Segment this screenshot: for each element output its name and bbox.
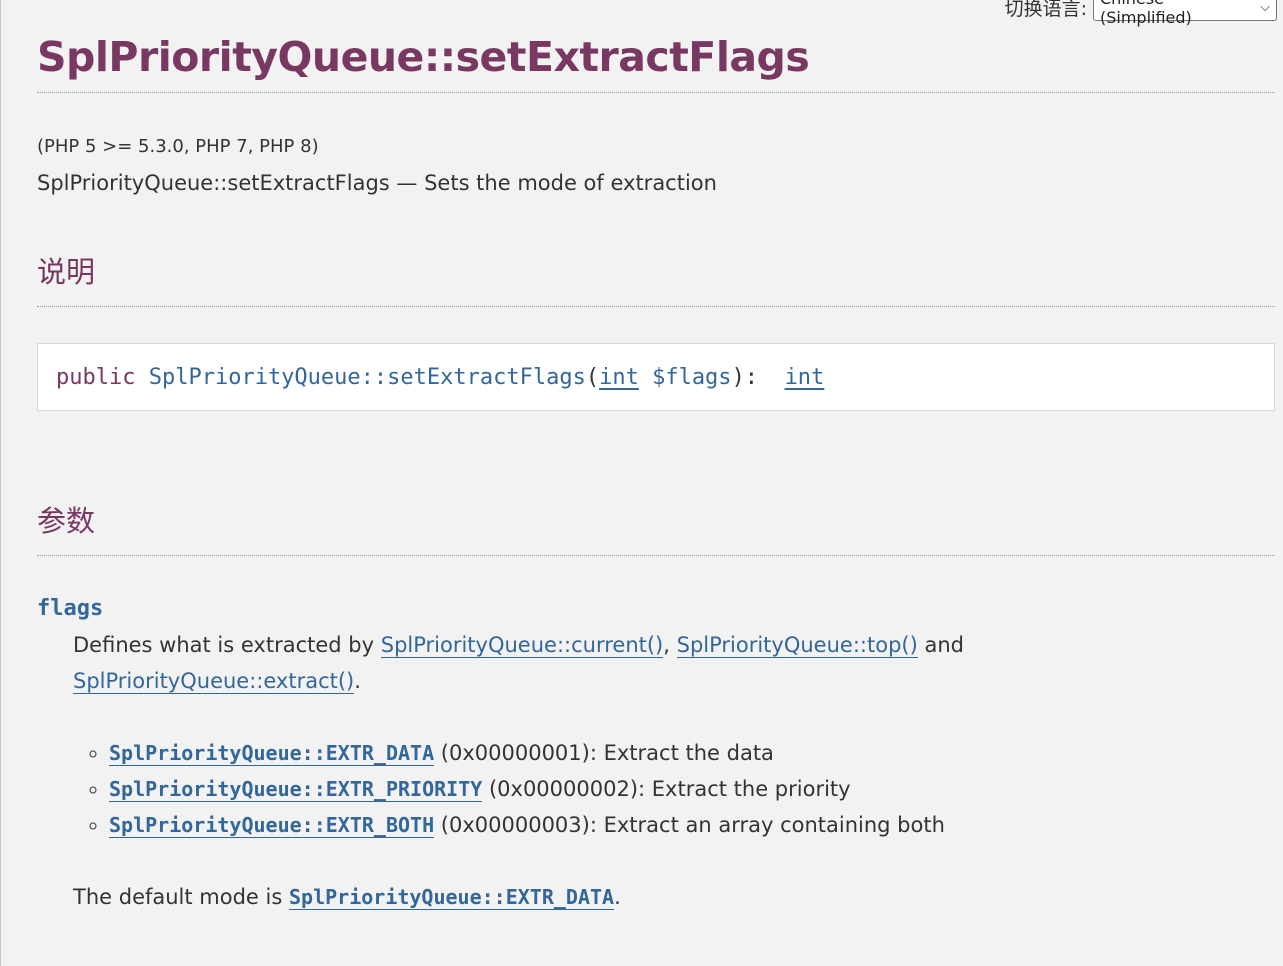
section-heading-parameters: 参数 xyxy=(37,504,96,538)
param-desc-and: and xyxy=(917,633,971,657)
synopsis-return-type-link[interactable]: int xyxy=(785,365,825,390)
default-mode-text: The default mode is xyxy=(73,885,289,909)
synopsis-open-paren: ( xyxy=(585,364,600,390)
link-top[interactable]: SplPriorityQueue::top() xyxy=(676,633,918,658)
const-link-extr-priority[interactable]: SplPriorityQueue::EXTR_PRIORITY xyxy=(109,777,483,802)
link-current[interactable]: SplPriorityQueue::current() xyxy=(380,633,664,658)
flag-text: (0x00000001): Extract the data xyxy=(434,741,774,765)
main-content: SplPriorityQueue::setExtractFlags (PHP 5… xyxy=(37,0,1275,915)
ref-purpose: SplPriorityQueue::setExtractFlags — Sets… xyxy=(37,171,717,195)
flag-list: SplPriorityQueue::EXTR_DATA (0x00000001)… xyxy=(73,735,1275,843)
parameters-divider xyxy=(37,555,1275,556)
left-border xyxy=(0,0,1,966)
list-item: SplPriorityQueue::EXTR_DATA (0x00000001)… xyxy=(109,735,1275,771)
param-desc-period: . xyxy=(354,669,361,693)
description-divider xyxy=(37,306,1275,307)
param-description: Defines what is extracted by SplPriority… xyxy=(73,627,1275,699)
const-link-extr-both[interactable]: SplPriorityQueue::EXTR_BOTH xyxy=(109,813,435,838)
section-heading-description: 说明 xyxy=(37,255,96,289)
flag-text: (0x00000002): Extract the priority xyxy=(482,777,851,801)
param-name-flags: flags xyxy=(37,596,104,621)
synopsis-close: ): xyxy=(731,364,772,390)
list-item: SplPriorityQueue::EXTR_PRIORITY (0x00000… xyxy=(109,771,1275,807)
list-item: SplPriorityQueue::EXTR_BOTH (0x00000003)… xyxy=(109,807,1275,843)
method-synopsis: public SplPriorityQueue::setExtractFlags… xyxy=(37,343,1275,411)
param-desc-text: Defines what is extracted by xyxy=(73,633,381,657)
title-divider xyxy=(37,92,1275,93)
param-body: Defines what is extracted by SplPriority… xyxy=(73,627,1275,915)
flag-text: (0x00000003): Extract an array containin… xyxy=(434,813,945,837)
default-mode-period: . xyxy=(614,885,621,909)
synopsis-modifier: public xyxy=(56,364,136,390)
synopsis-param-var: $flags xyxy=(652,364,732,390)
default-mode-note: The default mode is SplPriorityQueue::EX… xyxy=(73,879,1275,915)
synopsis-method-name: SplPriorityQueue::setExtractFlags xyxy=(148,364,586,390)
synopsis-param-type-link[interactable]: int xyxy=(599,365,639,390)
link-extract[interactable]: SplPriorityQueue::extract() xyxy=(73,669,355,694)
const-link-default-extr-data[interactable]: SplPriorityQueue::EXTR_DATA xyxy=(288,885,615,910)
param-desc-comma: , xyxy=(663,633,677,657)
page-title: SplPriorityQueue::setExtractFlags xyxy=(37,33,810,81)
const-link-extr-data[interactable]: SplPriorityQueue::EXTR_DATA xyxy=(109,741,435,766)
php-versions: (PHP 5 >= 5.3.0, PHP 7, PHP 8) xyxy=(37,136,319,157)
